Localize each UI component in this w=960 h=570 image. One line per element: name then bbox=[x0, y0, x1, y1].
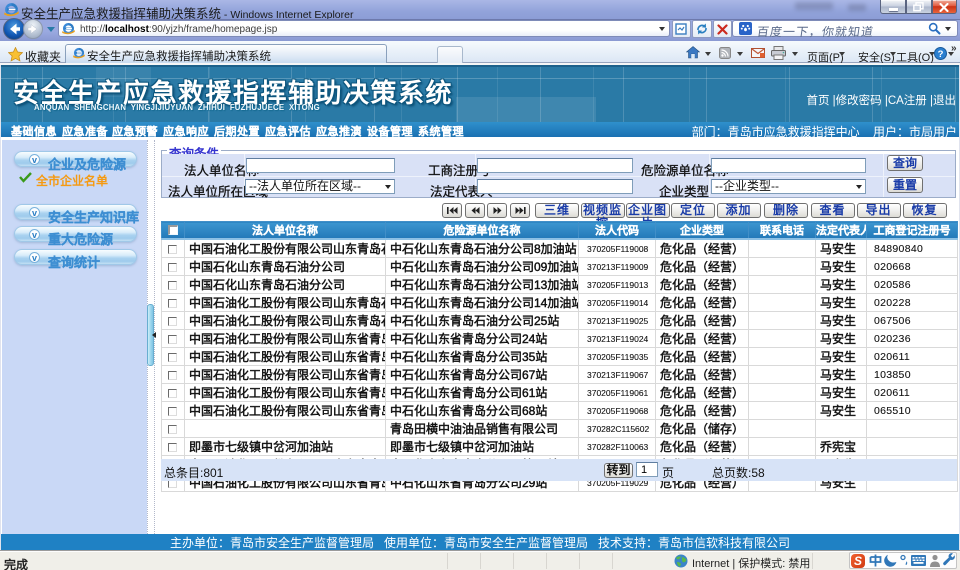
svg-text:?: ? bbox=[938, 49, 944, 60]
